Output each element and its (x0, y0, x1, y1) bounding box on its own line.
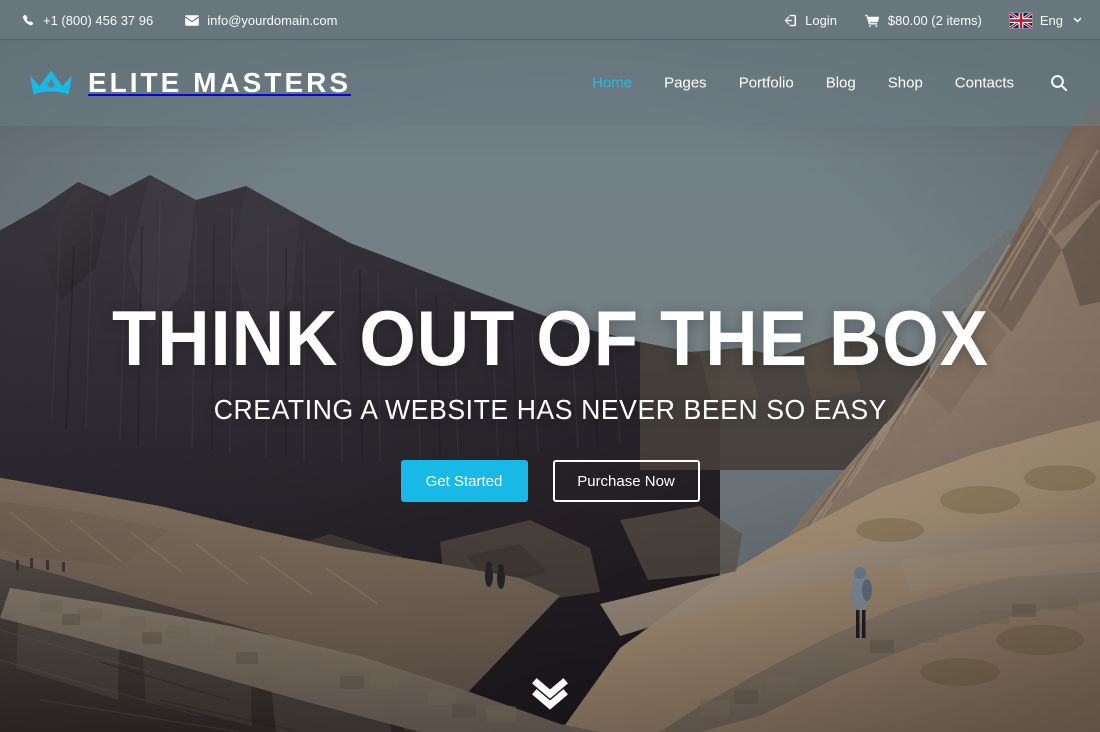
hero-buttons: Get Started Purchase Now (400, 460, 700, 503)
cart-link[interactable]: $80.00 (2 items) (865, 14, 982, 27)
crown-icon (28, 68, 74, 98)
scroll-down-button[interactable] (527, 674, 573, 714)
nav-item-contacts[interactable]: Contacts (955, 76, 1014, 91)
search-icon[interactable] (1046, 70, 1072, 96)
double-chevron-down-icon (532, 678, 568, 710)
site-header: ELITE MASTERS Home Pages Portfolio Blog … (0, 40, 1100, 126)
cart-total: $80.00 (2 items) (887, 12, 982, 28)
email-address: info@yourdomain.com (207, 12, 338, 28)
uk-flag-icon (1009, 12, 1032, 28)
nav-item-shop[interactable]: Shop (888, 76, 923, 91)
logo[interactable]: ELITE MASTERS (28, 68, 351, 98)
login-link[interactable]: Login (784, 14, 837, 27)
get-started-button[interactable]: Get Started (400, 460, 528, 503)
login-label: Login (805, 12, 837, 28)
shopping-cart-icon (865, 14, 880, 27)
topbar-contact-group: +1 (800) 456 37 96 info@yourdomain.com (22, 0, 338, 40)
chevron-down-icon (1073, 17, 1082, 23)
hero-subtitle: CREATING A WEBSITE HAS NEVER BEEN SO EAS… (213, 394, 887, 426)
top-utility-bar: +1 (800) 456 37 96 info@yourdomain.com L… (0, 0, 1100, 40)
purchase-now-button[interactable]: Purchase Now (552, 460, 700, 503)
language-label: Eng (1039, 12, 1063, 28)
nav-item-blog[interactable]: Blog (826, 76, 856, 91)
email-link[interactable]: info@yourdomain.com (185, 12, 338, 28)
language-selector[interactable]: Eng (1009, 12, 1082, 28)
sign-in-icon (784, 14, 797, 27)
phone-link[interactable]: +1 (800) 456 37 96 (22, 14, 153, 27)
logo-text: ELITE MASTERS (88, 67, 352, 98)
envelope-icon (185, 14, 200, 27)
phone-icon (22, 14, 35, 27)
nav-item-portfolio[interactable]: Portfolio (739, 76, 794, 91)
hero-title: THINK OUT OF THE BOX (111, 294, 989, 382)
topbar-account-group: Login $80.00 (2 items) Eng (784, 0, 1082, 40)
nav-item-home[interactable]: Home (592, 76, 632, 91)
nav-item-pages[interactable]: Pages (664, 76, 707, 91)
phone-number: +1 (800) 456 37 96 (43, 12, 154, 28)
landing-page: +1 (800) 456 37 96 info@yourdomain.com L… (0, 0, 1100, 732)
main-navigation: Home Pages Portfolio Blog Shop Contacts (592, 76, 1014, 91)
